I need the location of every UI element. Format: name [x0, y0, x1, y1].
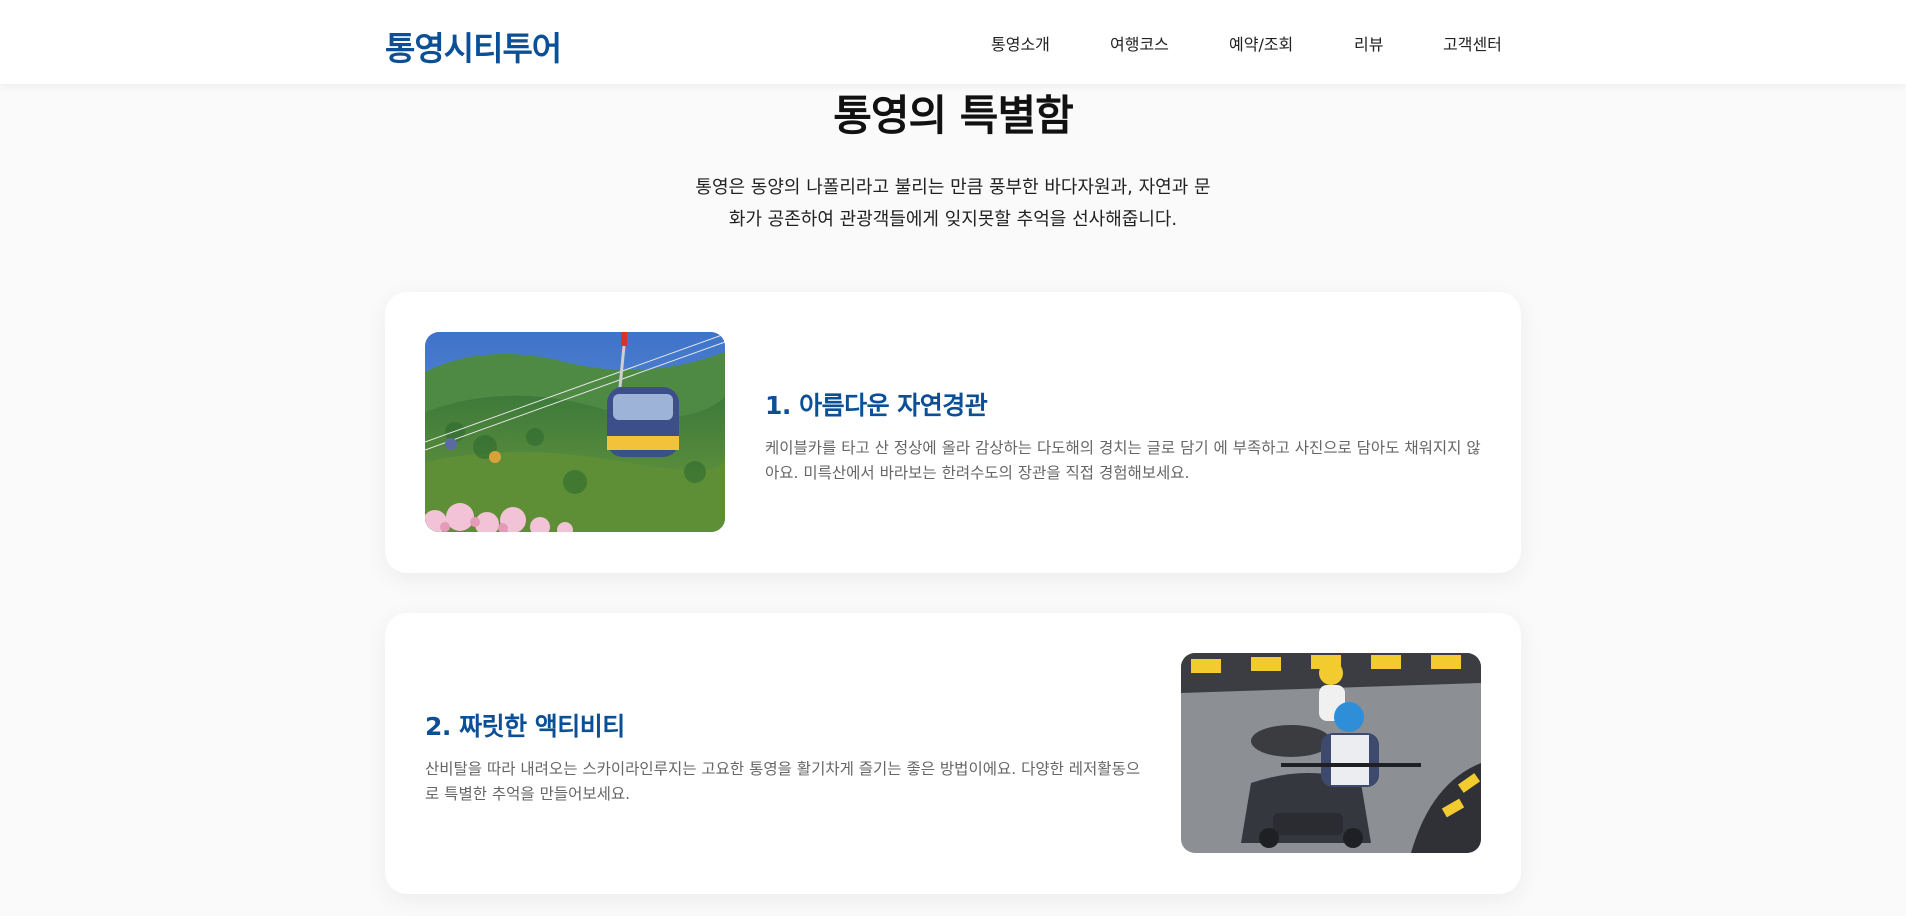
- nav-item-courses[interactable]: 여행코스: [1110, 31, 1169, 55]
- section-title: 통영의 특별함: [833, 91, 1073, 140]
- feature-desc-nature: 케이블카를 타고 산 정상에 올라 감상하는 다도해의 경치는 글로 담기 에 …: [765, 439, 1481, 482]
- main-nav: 통영소개 여행코스 예약/조회 리뷰 고객센터: [0, 31, 1906, 55]
- nav-item-reviews[interactable]: 리뷰: [1354, 31, 1383, 55]
- intro-line-1: 통영은 동양의 나폴리라고 불리는 만큼 풍부한 바다자원과, 자연과 문: [695, 177, 1211, 198]
- feature-title-nature: 1. 아름다운 자연경관: [765, 391, 988, 420]
- nav-item-reservation[interactable]: 예약/조회: [1229, 31, 1293, 55]
- intro-line-2: 화가 공존하여 관광객들에게 잊지못할 추억을 선사해줍니다.: [728, 209, 1178, 230]
- nav-item-support[interactable]: 고객센터: [1443, 31, 1502, 55]
- nav-item-intro[interactable]: 통영소개: [991, 31, 1050, 55]
- cable-car-photo: [425, 332, 725, 532]
- feature-card-nature: 1. 아름다운 자연경관 케이블카를 타고 산 정상에 올라 감상하는 다도해의…: [385, 292, 1521, 573]
- site-header: 통영시티투어 통영소개 여행코스 예약/조회 리뷰 고객센터: [0, 0, 1906, 84]
- feature-card-activity: 2. 짜릿한 액티비티 산비탈을 따라 내려오는 스카이라인루지는 고요한 통영…: [385, 613, 1521, 894]
- section-intro: 통영은 동양의 나폴리라고 불리는 만큼 풍부한 바다자원과, 자연과 문 화가…: [690, 172, 1216, 236]
- feature-title-activity: 2. 짜릿한 액티비티: [425, 712, 625, 741]
- skyline-luge-photo: [1181, 653, 1481, 853]
- feature-desc-activity: 산비탈을 따라 내려오는 스카이라인루지는 고요한 통영을 활기차게 즐기는 좋…: [425, 760, 1141, 803]
